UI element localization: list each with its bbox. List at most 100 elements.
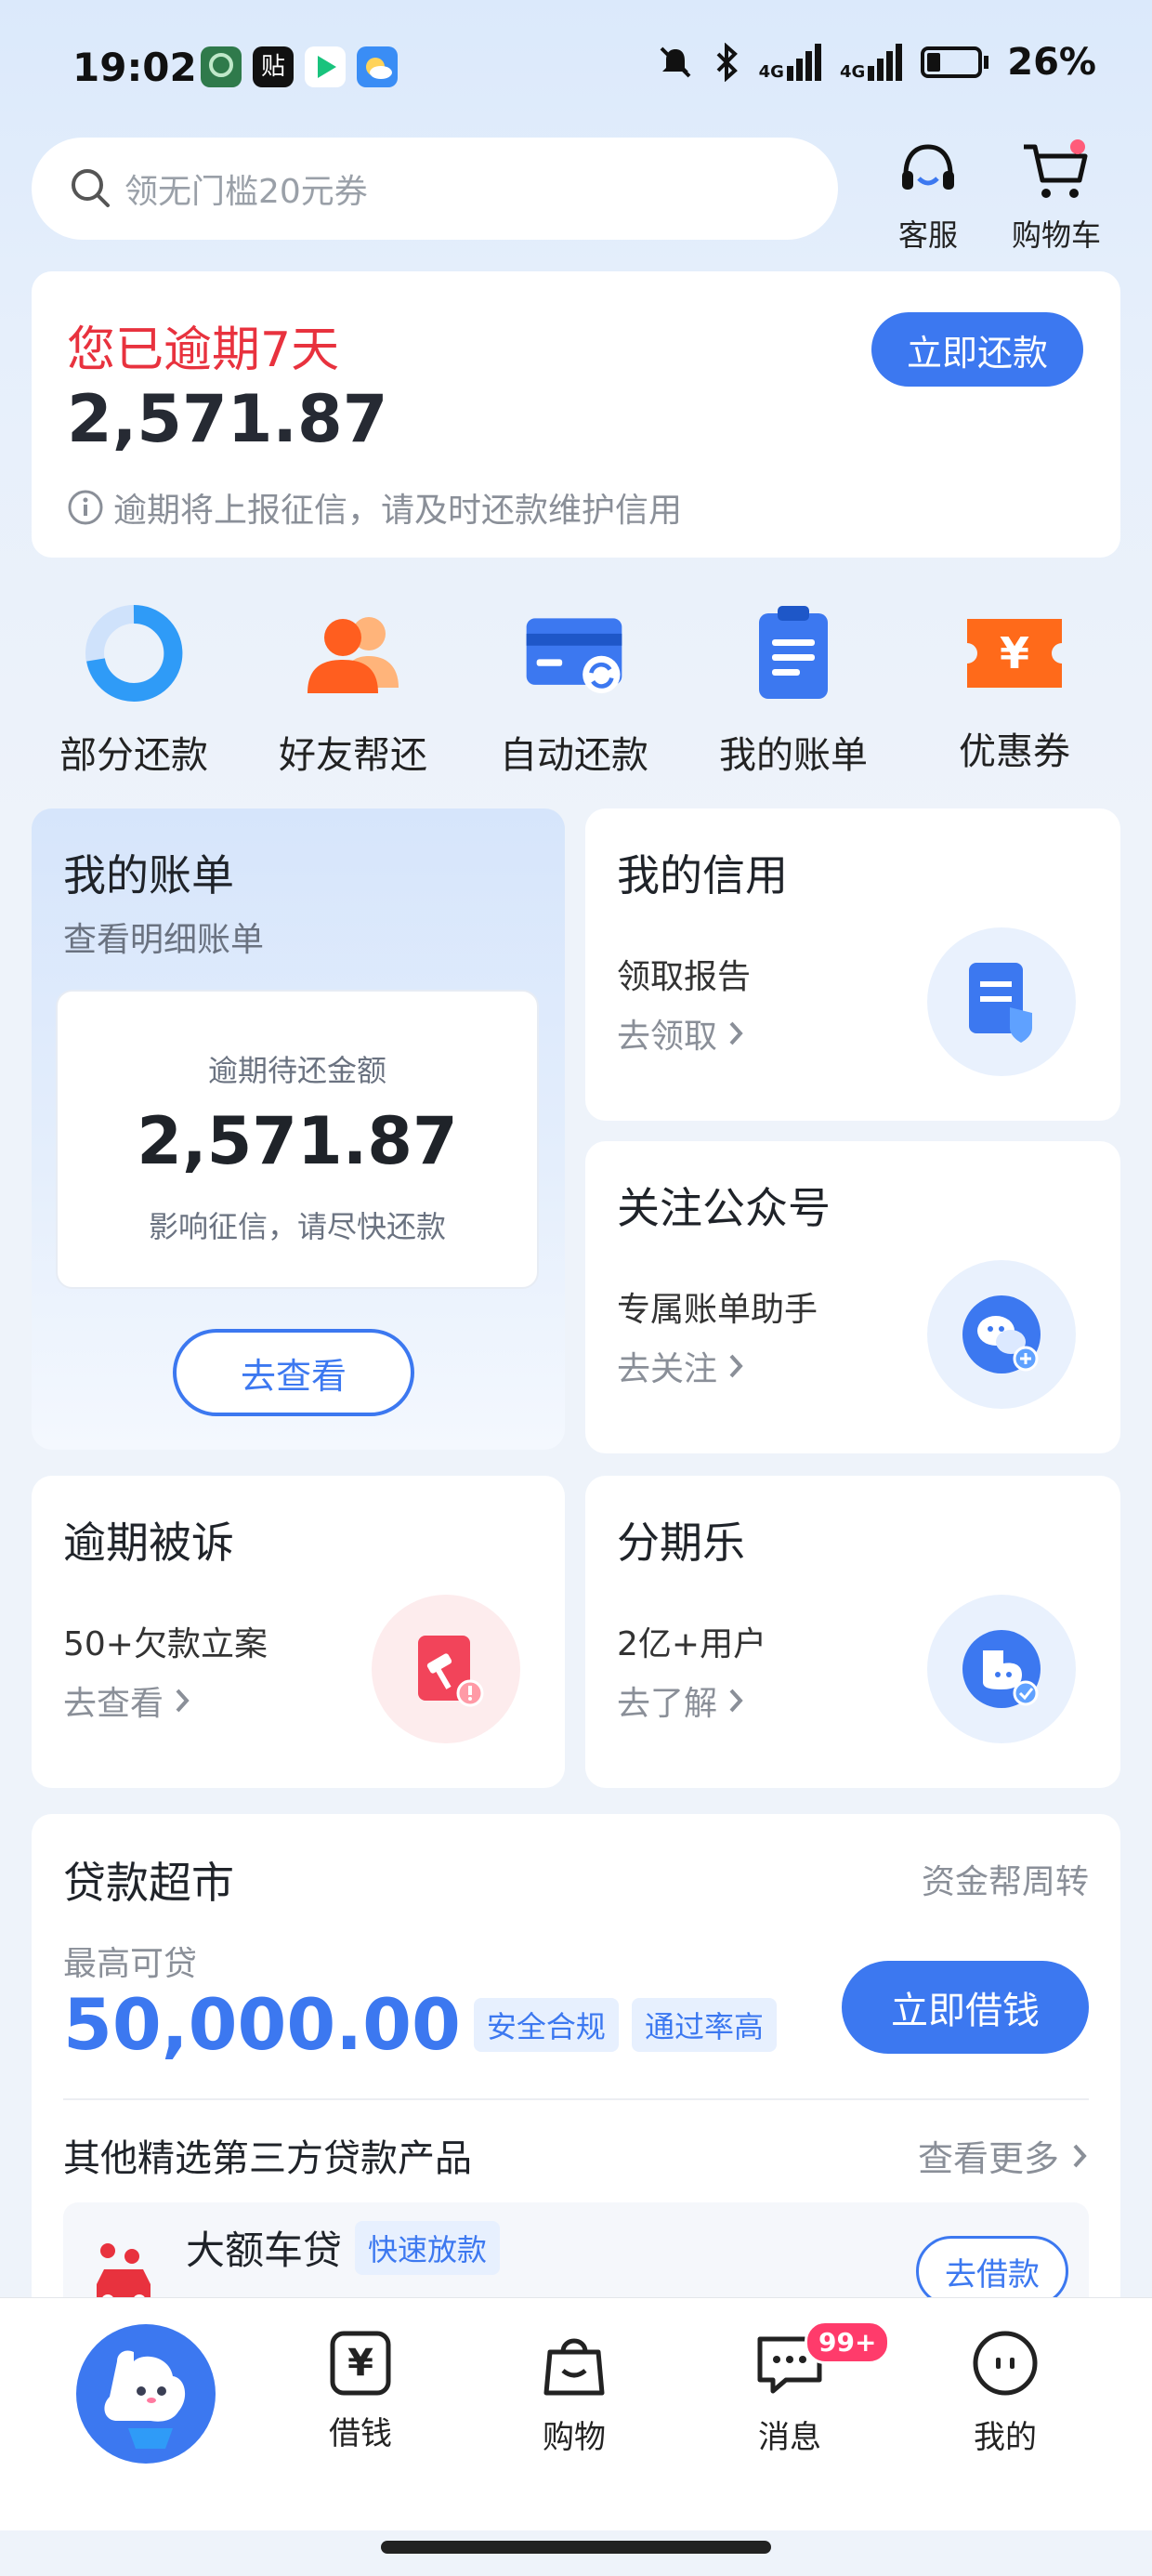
- borrow-glyph: ¥: [347, 2342, 373, 2385]
- my-bill-title: 我的账单: [63, 850, 234, 900]
- nav-messages[interactable]: 99+ 消息: [715, 2320, 891, 2457]
- repay-now-button[interactable]: 立即还款: [871, 312, 1083, 387]
- service-label: 客服: [897, 217, 958, 253]
- follow-link[interactable]: 去关注: [617, 1342, 745, 1390]
- view-more-label: 查看更多: [917, 2138, 1059, 2179]
- status-time: 19:02: [72, 45, 197, 90]
- home-mascot-button[interactable]: [76, 2324, 216, 2464]
- tag-high-pass-rate: 通过率高: [631, 1997, 777, 2052]
- shopping-bag-icon: [543, 2338, 605, 2396]
- search-bar[interactable]: 领无门槛20元券: [32, 138, 838, 240]
- signal-1-icon: 4G: [759, 44, 821, 81]
- borrow-icon: ¥: [323, 2326, 398, 2400]
- quick-action-auto-repay[interactable]: 自动还款: [472, 602, 676, 779]
- app-notification-icon: [201, 46, 242, 87]
- overdue-note: 逾期将上报征信，请及时还款维护信用: [67, 483, 682, 532]
- follow-account-sub: 专属账单助手: [617, 1291, 818, 1329]
- max-loan-label: 最高可贷: [63, 1945, 198, 1983]
- coupon-icon: ¥: [963, 602, 1066, 704]
- product-name: 大额车贷: [186, 2228, 343, 2273]
- bluetooth-icon: [716, 43, 738, 82]
- view-lawsuit-link[interactable]: 去查看: [63, 1676, 191, 1725]
- nav-messages-label: 消息: [758, 2419, 821, 2456]
- quick-action-label: 好友帮还: [279, 734, 427, 777]
- max-loan-amount: 50,000.00: [63, 1983, 461, 2066]
- cart-button[interactable]: 购物车: [1005, 138, 1107, 255]
- lawsuit-title: 逾期被诉: [63, 1518, 234, 1568]
- lawsuit-sub: 50+欠款立案: [63, 1625, 268, 1663]
- quick-action-coupon[interactable]: ¥ 优惠券: [912, 602, 1117, 775]
- product-borrow-button[interactable]: 去借款: [916, 2236, 1068, 2307]
- my-credit-sub: 领取报告: [617, 958, 752, 996]
- chevron-right-icon: [729, 1689, 743, 1713]
- nav-profile-label: 我的: [974, 2419, 1037, 2456]
- loan-market-card: 贷款超市 资金帮周转 最高可贷 50,000.00 安全合规 通过率高 立即借钱…: [32, 1814, 1120, 2334]
- my-bill-card[interactable]: 我的账单 查看明细账单 逾期待还金额 2,571.87 影响征信，请尽快还款 去…: [32, 808, 565, 1450]
- app-badge-icon: 贴: [253, 46, 294, 87]
- bottom-nav: ¥ 借钱 购物 99+ 消息 我的: [0, 2297, 1152, 2530]
- max-loan-row: 50,000.00 安全合规 通过率高: [63, 1983, 777, 2066]
- nav-profile[interactable]: 我的: [931, 2326, 1080, 2457]
- coupon-symbol: ¥: [999, 628, 1029, 678]
- quick-action-my-bill[interactable]: 我的账单: [691, 602, 896, 779]
- product-title-row: 大额车贷 快速放款: [186, 2219, 501, 2276]
- search-placeholder: 领无门槛20元券: [124, 173, 368, 211]
- borrow-now-button[interactable]: 立即借钱: [842, 1961, 1089, 2054]
- follow-account-card[interactable]: 关注公众号 专属账单助手 去关注: [585, 1141, 1120, 1453]
- lawsuit-card[interactable]: 逾期被诉 50+欠款立案 去查看: [32, 1476, 565, 1788]
- weather-app-icon: [357, 46, 398, 87]
- credit-report-icon: [927, 927, 1076, 1076]
- bill-summary-panel: 逾期待还金额 2,571.87 影响征信，请尽快还款: [56, 990, 539, 1289]
- nav-shopping[interactable]: 购物: [500, 2326, 648, 2457]
- mute-icon: [660, 46, 691, 78]
- bill-overdue-label: 逾期待还金额: [207, 1053, 386, 1088]
- cart-label: 购物车: [1011, 217, 1101, 253]
- search-icon: [72, 169, 110, 207]
- video-app-icon: [305, 46, 346, 87]
- follow-label: 去关注: [617, 1350, 718, 1388]
- quick-action-partial-repay[interactable]: 部分还款: [32, 602, 236, 779]
- view-lawsuit-label: 去查看: [63, 1685, 164, 1723]
- quick-action-label: 优惠券: [959, 730, 1070, 773]
- service-button[interactable]: 客服: [877, 138, 979, 255]
- nav-borrow-label: 借钱: [329, 2415, 392, 2452]
- learn-more-link[interactable]: 去了解: [617, 1676, 745, 1725]
- home-indicator[interactable]: [381, 2541, 771, 2554]
- battery-icon: [921, 46, 989, 78]
- chevron-right-icon: [729, 1021, 743, 1045]
- signal-2-icon: 4G: [840, 44, 903, 81]
- chevron-right-icon: [176, 1689, 190, 1713]
- overdue-card: 您已逾期7天 2,571.87 逾期将上报征信，请及时还款维护信用 立即还款: [32, 271, 1120, 558]
- chevron-right-icon: [1073, 2144, 1087, 2167]
- quick-action-label: 自动还款: [500, 734, 648, 777]
- bill-icon: [759, 606, 828, 699]
- auto-repay-icon: [526, 618, 622, 694]
- my-bill-subtitle: 查看明细账单: [63, 921, 265, 959]
- my-credit-card[interactable]: 我的信用 领取报告 去领取: [585, 808, 1120, 1121]
- fenqile-title: 分期乐: [617, 1518, 745, 1568]
- overdue-amount: 2,571.87: [67, 381, 388, 457]
- message-badge: 99+: [805, 2320, 891, 2364]
- tag-compliant: 安全合规: [473, 1997, 619, 2052]
- gavel-icon: [372, 1595, 520, 1743]
- headset-icon: [902, 144, 954, 190]
- product-tag: 快速放款: [355, 2220, 501, 2275]
- loan-market-title: 贷款超市: [63, 1858, 234, 1908]
- my-credit-title: 我的信用: [617, 850, 788, 900]
- view-more-link[interactable]: 查看更多: [918, 2130, 1089, 2181]
- other-products-title: 其他精选第三方贷款产品: [63, 2137, 472, 2180]
- follow-account-title: 关注公众号: [617, 1183, 831, 1233]
- learn-more-label: 去了解: [617, 1685, 718, 1723]
- get-report-link[interactable]: 去领取: [617, 1009, 745, 1058]
- quick-action-label: 我的账单: [719, 734, 868, 777]
- friends-help-icon: [308, 617, 399, 693]
- quick-action-label: 部分还款: [59, 734, 208, 777]
- overdue-title: 您已逾期7天: [67, 322, 340, 378]
- view-bill-button[interactable]: 去查看: [173, 1329, 414, 1416]
- info-icon: [68, 490, 103, 525]
- bill-overdue-note: 影响征信，请尽快还款: [148, 1209, 446, 1244]
- bill-overdue-amount: 2,571.87: [137, 1103, 458, 1179]
- nav-borrow[interactable]: ¥ 借钱: [286, 2326, 435, 2453]
- fenqile-card[interactable]: 分期乐 2亿+用户 去了解: [585, 1476, 1120, 1788]
- quick-action-friends-help[interactable]: 好友帮还: [251, 602, 455, 779]
